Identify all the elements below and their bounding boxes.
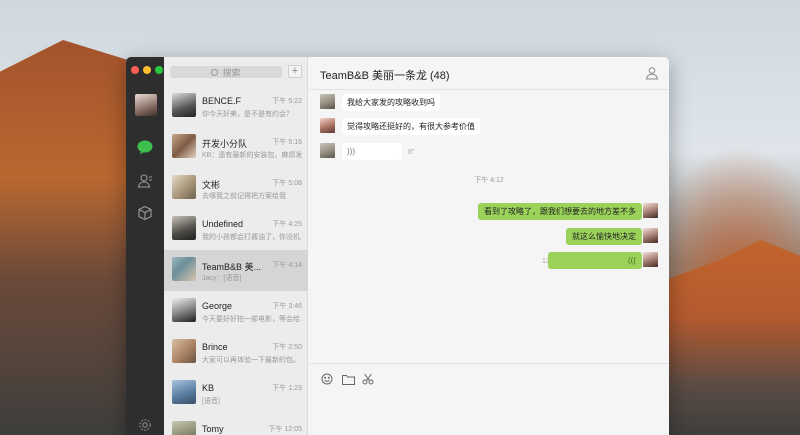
my-avatar-small[interactable]: [643, 203, 658, 218]
chat-list-item[interactable]: Undefined 下午 4:25 我的小孩都会打酱油了，你没机...: [164, 209, 308, 250]
wechat-window: 搜索 + BENCE.F 下午 5:22 你今天好美，是不是有约会？ 开发小分队…: [126, 57, 669, 435]
avatar: [172, 298, 196, 322]
chat-name: KB: [202, 383, 215, 393]
my-avatar-small[interactable]: [643, 228, 658, 243]
chat-name: Tomy: [202, 424, 224, 434]
nav-sidebar: [126, 57, 164, 435]
search-box[interactable]: 搜索: [170, 66, 282, 78]
search-icon: [211, 68, 219, 76]
incoming-message: 觉得攻略还挺好的，有很大参考价值: [342, 118, 480, 135]
conversation-header: TeamB&B 美丽一条龙 (48): [309, 57, 669, 90]
chat-list-item[interactable]: Brince 下午 2:50 大家可以再体验一下最新的包。: [164, 332, 308, 373]
avatar: [172, 216, 196, 240]
chat-time: 下午 1:23: [272, 385, 302, 392]
search-placeholder: 搜索: [222, 67, 241, 78]
avatar: [172, 257, 196, 281]
chat-preview: 去哪我之前记得把方案给我: [202, 193, 286, 200]
avatar: [172, 93, 196, 117]
outgoing-message: 就这么愉快地决定: [566, 228, 642, 245]
conversation-title: TeamB&B 美丽一条龙 (48): [320, 70, 450, 82]
chat-time: 下午 3:46: [272, 303, 302, 310]
avatar: [172, 339, 196, 363]
chat-time: 下午 12:05: [268, 426, 302, 433]
window-controls: [131, 66, 163, 74]
chat-preview: 大家可以再体验一下最新的包。: [202, 357, 300, 364]
chat-name: Brince: [202, 342, 228, 352]
emoji-icon[interactable]: [320, 372, 334, 386]
add-chat-button[interactable]: +: [288, 65, 302, 78]
sender-avatar[interactable]: [320, 94, 335, 109]
chat-list-item[interactable]: 开发小分队 下午 5:16 KB：遗有最新的安装包，麻烦发...: [164, 127, 308, 168]
outgoing-message: 看到了攻略了，跟我们想要去的地方差不多: [478, 203, 642, 220]
folder-icon[interactable]: [341, 372, 355, 386]
chat-name: TeamB&B 美...: [202, 262, 262, 272]
input-toolbar: [309, 363, 669, 435]
chat-preview: 你今天好美，是不是有约会？: [202, 111, 293, 118]
voice-wave-icon: ))): [347, 147, 355, 156]
chat-time: 下午 5:22: [272, 98, 302, 105]
voice-wave-icon: (((: [628, 256, 636, 265]
minimize-window-button[interactable]: [143, 66, 151, 74]
voice-duration: 8": [408, 149, 415, 156]
settings-gear-icon[interactable]: [135, 415, 155, 435]
desktop-wallpaper-left: [0, 40, 140, 435]
sender-avatar[interactable]: [320, 118, 335, 133]
chat-preview: [语音]: [202, 398, 220, 405]
chat-list-item[interactable]: 文彬 下午 5:08 去哪我之前记得把方案给我: [164, 168, 308, 209]
sender-avatar[interactable]: [320, 143, 335, 158]
chat-time: 下午 4:14: [272, 262, 302, 269]
close-window-button[interactable]: [131, 66, 139, 74]
chat-list-item[interactable]: KB 下午 1:23 [语音]: [164, 373, 308, 414]
desktop-wallpaper-right: [668, 240, 800, 435]
contacts-icon[interactable]: [135, 171, 155, 191]
chat-icon[interactable]: [135, 137, 155, 157]
outgoing-voice-message[interactable]: (((: [548, 252, 642, 269]
group-members-icon[interactable]: [645, 66, 659, 83]
my-avatar-small[interactable]: [643, 252, 658, 267]
chat-time: 下午 4:25: [272, 221, 302, 228]
chat-list-item[interactable]: George 下午 3:46 今天要好好拍一部电影，等会给...: [164, 291, 308, 332]
avatar: [172, 421, 196, 435]
chat-name: George: [202, 301, 233, 311]
chat-preview: 今天要好好拍一部电影，等会给...: [202, 316, 302, 323]
chat-preview: KB：遗有最新的安装包，麻烦发...: [202, 152, 302, 159]
chat-list-item[interactable]: BENCE.F 下午 5:22 你今天好美，是不是有约会？: [164, 86, 308, 127]
incoming-voice-message[interactable]: ))): [342, 143, 402, 160]
favorites-cube-icon[interactable]: [135, 203, 155, 223]
chat-preview: 我的小孩都会打酱油了，你没机...: [202, 234, 302, 241]
chat-name: 开发小分队: [202, 139, 248, 149]
message-timestamp: 下午 4:12: [474, 177, 504, 184]
chat-list-item[interactable]: Tomy 下午 12:05: [164, 414, 308, 435]
avatar: [172, 134, 196, 158]
chat-list-item-active[interactable]: TeamB&B 美... 下午 4:14 Jacy：[语音]: [164, 250, 308, 291]
chat-name: Undefined: [202, 219, 244, 229]
avatar: [172, 175, 196, 199]
chat-list-panel: 搜索 + BENCE.F 下午 5:22 你今天好美，是不是有约会？ 开发小分队…: [164, 57, 308, 435]
my-avatar[interactable]: [135, 94, 157, 116]
chat-name: 文彬: [202, 180, 221, 190]
chat-time: 下午 5:16: [272, 139, 302, 146]
chat-name: BENCE.F: [202, 96, 242, 106]
avatar: [172, 380, 196, 404]
scissors-icon[interactable]: [361, 372, 375, 386]
chat-time: 下午 5:08: [272, 180, 302, 187]
chat-time: 下午 2:50: [272, 344, 302, 351]
chat-preview: Jacy：[语音]: [202, 275, 242, 282]
maximize-window-button[interactable]: [155, 66, 163, 74]
incoming-message: 我给大家发的攻略收到吗: [342, 94, 440, 111]
conversation-panel: TeamB&B 美丽一条龙 (48) 我给大家发的攻略收到吗 觉得攻略还挺好的，…: [309, 57, 669, 435]
